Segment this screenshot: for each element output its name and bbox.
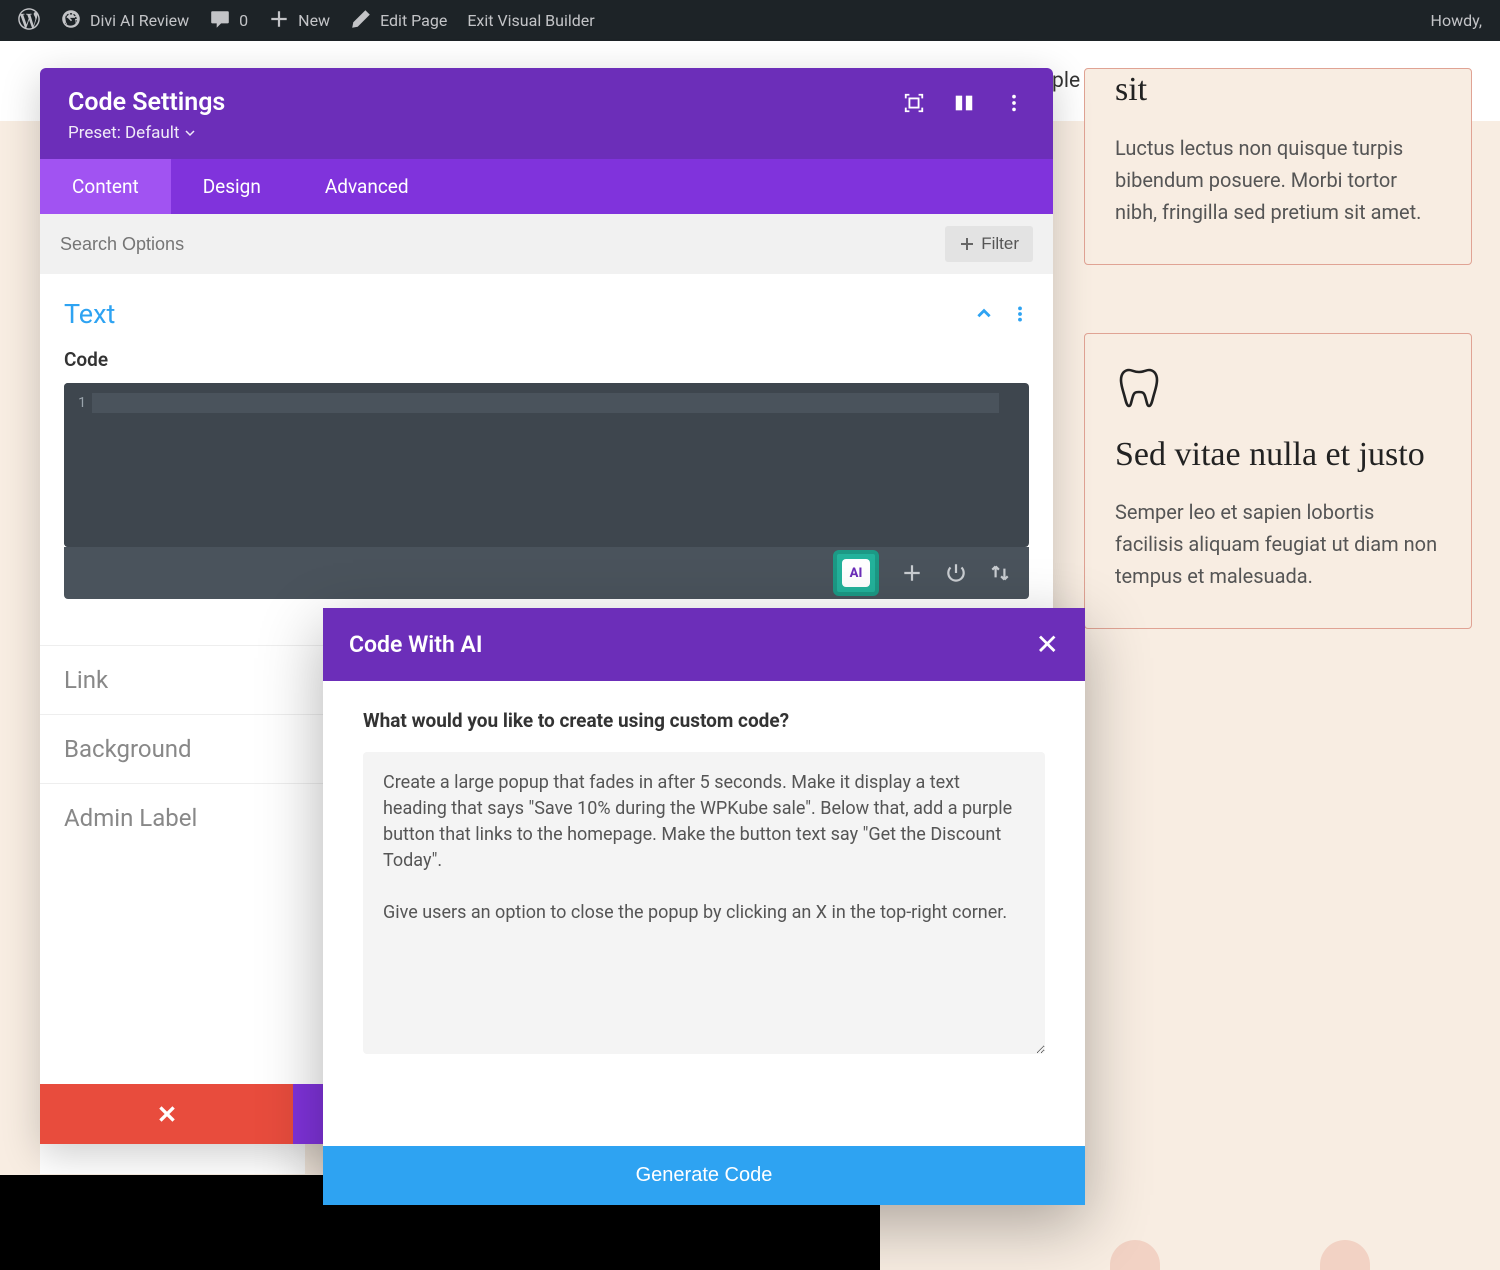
ai-prompt-textarea[interactable] bbox=[363, 752, 1045, 1054]
tab-advanced[interactable]: Advanced bbox=[293, 159, 441, 214]
edit-page-link[interactable]: Edit Page bbox=[340, 0, 457, 41]
nav-link-partial[interactable]: ple bbox=[1052, 69, 1080, 93]
howdy-text: Howdy, bbox=[1431, 11, 1482, 30]
card-title: Sed vitae nulla et justo bbox=[1115, 434, 1441, 477]
ai-question-label: What would you like to create using cust… bbox=[363, 709, 1045, 732]
card-body: Luctus lectus non quisque turpis bibendu… bbox=[1115, 132, 1441, 228]
kebab-icon[interactable] bbox=[1011, 305, 1029, 323]
close-icon[interactable]: ✕ bbox=[1036, 628, 1059, 661]
ai-popup-title: Code With AI bbox=[349, 631, 483, 658]
modal-title: Code Settings bbox=[68, 88, 903, 117]
wp-admin-bar: Divi AI Review 0 New Edit Page Exit Visu… bbox=[0, 0, 1500, 41]
site-name-link[interactable]: Divi AI Review bbox=[50, 0, 199, 41]
decorative-circle bbox=[1110, 1240, 1160, 1270]
tab-design[interactable]: Design bbox=[171, 159, 293, 214]
new-link[interactable]: New bbox=[258, 0, 340, 41]
kebab-icon[interactable] bbox=[1003, 92, 1025, 114]
feature-card: Sed vitae nulla et justo Semper leo et s… bbox=[1084, 333, 1472, 630]
plus-icon bbox=[268, 8, 290, 34]
search-options-input[interactable] bbox=[60, 234, 933, 255]
dashboard-icon bbox=[60, 8, 82, 34]
code-current-line bbox=[92, 393, 999, 413]
line-number: 1 bbox=[64, 383, 92, 411]
modal-header: Code Settings Preset: Default bbox=[40, 68, 1053, 159]
chevron-down-icon bbox=[185, 128, 195, 138]
exit-vb-link[interactable]: Exit Visual Builder bbox=[457, 0, 604, 41]
preset-dropdown[interactable]: Preset: Default bbox=[68, 123, 903, 143]
card-title: sit bbox=[1115, 69, 1441, 112]
ai-badge: AI bbox=[842, 559, 870, 587]
sidebar-cards: sit Luctus lectus non quisque turpis bib… bbox=[1084, 68, 1472, 629]
expand-icon[interactable] bbox=[903, 92, 925, 114]
decorative-circles bbox=[1110, 1240, 1370, 1270]
decorative-circle bbox=[1320, 1240, 1370, 1270]
exit-vb-text: Exit Visual Builder bbox=[467, 11, 594, 30]
chevron-up-icon[interactable] bbox=[975, 305, 993, 323]
modal-tabs: Content Design Advanced bbox=[40, 159, 1053, 214]
wp-logo[interactable] bbox=[8, 0, 50, 41]
howdy-link[interactable]: Howdy, bbox=[1421, 0, 1492, 41]
field-label: Code bbox=[64, 348, 1029, 371]
columns-icon[interactable] bbox=[953, 92, 975, 114]
tab-content[interactable]: Content bbox=[40, 159, 171, 214]
site-name-text: Divi AI Review bbox=[90, 11, 189, 30]
comment-icon bbox=[209, 8, 231, 34]
search-row: Filter bbox=[40, 214, 1053, 274]
comments-count: 0 bbox=[239, 11, 248, 30]
swap-icon[interactable] bbox=[989, 562, 1011, 584]
generate-code-button[interactable]: Generate Code bbox=[323, 1146, 1085, 1205]
code-with-ai-popup: Code With AI ✕ What would you like to cr… bbox=[323, 608, 1085, 1205]
feature-card: sit Luctus lectus non quisque turpis bib… bbox=[1084, 68, 1472, 265]
wordpress-icon bbox=[18, 8, 40, 34]
preset-label: Preset: Default bbox=[68, 123, 179, 143]
plus-icon bbox=[959, 236, 975, 252]
plus-icon[interactable] bbox=[901, 562, 923, 584]
code-field-area: Code 1 AI bbox=[40, 340, 1053, 609]
filter-label: Filter bbox=[981, 234, 1019, 254]
edit-page-text: Edit Page bbox=[380, 11, 447, 30]
close-icon bbox=[156, 1103, 178, 1125]
pencil-icon bbox=[350, 8, 372, 34]
ai-popup-header: Code With AI ✕ bbox=[323, 608, 1085, 681]
cancel-button[interactable] bbox=[40, 1084, 293, 1144]
save-button-partial[interactable] bbox=[293, 1084, 323, 1144]
editor-footer: AI bbox=[64, 547, 1029, 599]
code-gutter: 1 bbox=[64, 383, 92, 547]
new-text: New bbox=[298, 11, 330, 30]
code-editor[interactable]: 1 bbox=[64, 383, 1029, 547]
comments-link[interactable]: 0 bbox=[199, 0, 258, 41]
tooth-icon bbox=[1115, 364, 1441, 416]
power-icon[interactable] bbox=[945, 562, 967, 584]
ai-popup-body: What would you like to create using cust… bbox=[323, 681, 1085, 1076]
section-title[interactable]: Text bbox=[64, 298, 957, 330]
section-header: Text bbox=[40, 274, 1053, 340]
card-body: Semper leo et sapien lobortis facilisis … bbox=[1115, 496, 1441, 592]
filter-button[interactable]: Filter bbox=[945, 226, 1033, 262]
ai-button[interactable]: AI bbox=[833, 550, 879, 596]
